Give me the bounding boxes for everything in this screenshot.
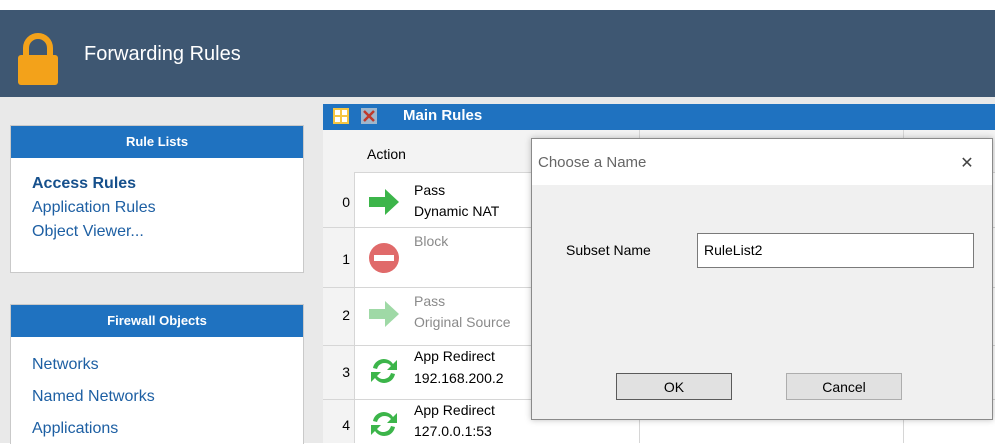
sidebar-item-applications[interactable]: Applications: [11, 413, 303, 445]
close-icon[interactable]: ✕: [956, 153, 978, 172]
sidebar-item-access-rules[interactable]: Access Rules: [11, 172, 303, 196]
app-header: Forwarding Rules: [0, 10, 995, 97]
row-number: 3: [342, 364, 350, 380]
page-title: Forwarding Rules: [84, 43, 241, 65]
row-number: 0: [342, 194, 350, 210]
row-detail: Original Source: [414, 314, 511, 330]
row-action: Pass: [414, 182, 446, 198]
sidebar-item-named-networks[interactable]: Named Networks: [11, 381, 303, 413]
ok-button[interactable]: OK: [616, 373, 732, 400]
firewall-objects-header: Firewall Objects: [11, 305, 303, 337]
cancel-button[interactable]: Cancel: [786, 373, 902, 400]
column-header-action[interactable]: Action: [367, 146, 406, 162]
redirect-icon: [371, 359, 397, 383]
row-number: 4: [342, 417, 350, 433]
green-arrow-icon: [369, 301, 399, 327]
green-arrow-icon: [369, 189, 399, 215]
firewall-objects-panel: Firewall Objects Networks Named Networks…: [10, 304, 304, 444]
row-action: App Redirect: [414, 348, 495, 364]
grid-titlebar: Main Rules: [323, 104, 995, 130]
grid-icon[interactable]: [333, 108, 349, 124]
sidebar-item-application-rules[interactable]: Application Rules: [11, 196, 303, 220]
row-detail: 192.168.200.2: [414, 370, 504, 386]
top-strip: [0, 0, 995, 10]
row-number: 1: [342, 251, 350, 267]
row-number: 2: [342, 307, 350, 323]
dialog-title: Choose a Name: [538, 154, 647, 171]
row-action: Block: [414, 233, 449, 249]
row-action: Pass: [414, 293, 446, 309]
rule-lists-header: Rule Lists: [11, 126, 303, 158]
dialog-titlebar[interactable]: Choose a Name ✕: [532, 139, 992, 185]
subset-name-label: Subset Name: [566, 242, 651, 258]
sidebar-item-networks[interactable]: Networks: [11, 349, 303, 381]
row-action: App Redirect: [414, 402, 495, 418]
delete-icon[interactable]: [361, 108, 377, 124]
lock-icon: [18, 33, 58, 85]
grid-title: Main Rules: [403, 107, 483, 124]
choose-name-dialog: Choose a Name ✕ Subset Name RuleList2 OK…: [531, 138, 993, 420]
row-detail: Dynamic NAT: [414, 203, 500, 219]
rule-lists-panel: Rule Lists Access Rules Application Rule…: [10, 125, 304, 273]
sidebar-item-object-viewer[interactable]: Object Viewer...: [11, 220, 303, 244]
block-icon: [369, 243, 399, 273]
redirect-icon: [371, 412, 397, 436]
row-detail: 127.0.0.1:53: [414, 423, 492, 439]
subset-name-input[interactable]: RuleList2: [697, 233, 974, 268]
